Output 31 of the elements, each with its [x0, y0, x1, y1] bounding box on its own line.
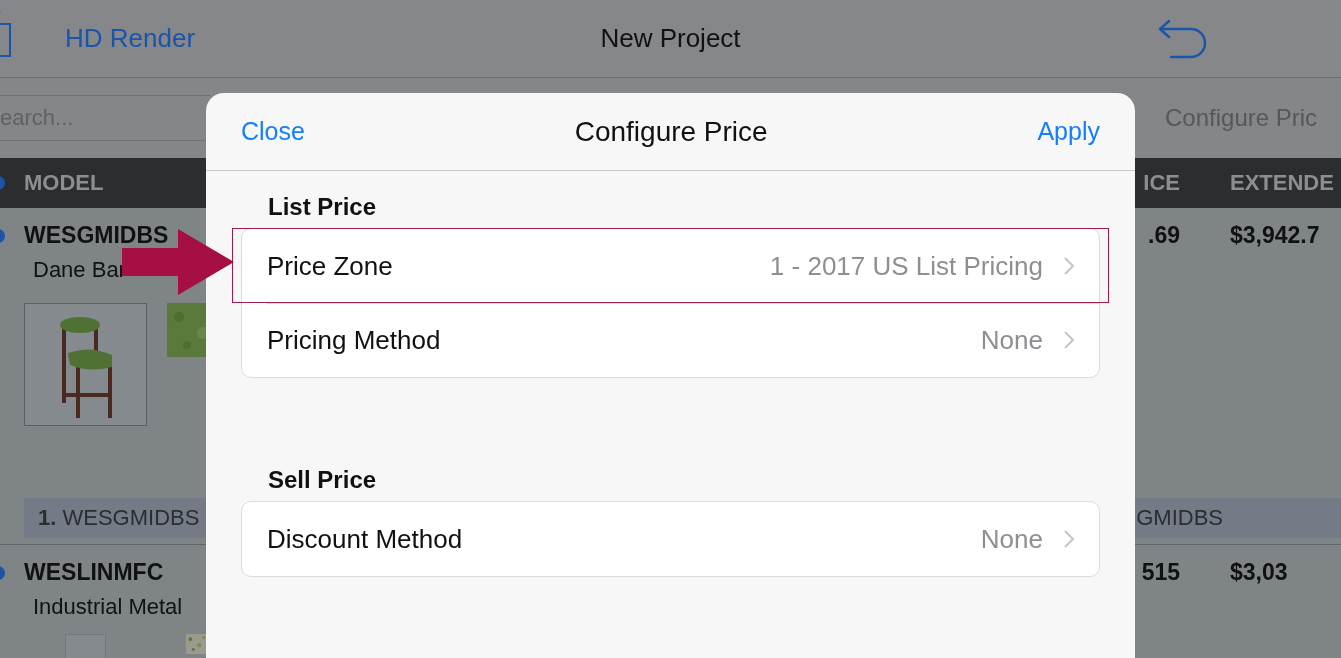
price-value: 515 [1141, 559, 1180, 586]
chevron-icon [1063, 529, 1075, 549]
chevron-icon [1063, 330, 1075, 350]
settings-row[interactable]: Price Zone 1 - 2017 US List Pricing [242, 229, 1099, 303]
row-value: 1 - 2017 US List Pricing [769, 250, 1043, 282]
chevron-icon [1063, 256, 1075, 276]
settings-row[interactable]: Discount Method None [242, 502, 1099, 576]
apply-button[interactable]: Apply [1037, 117, 1100, 146]
product-name: Dane Bar [33, 257, 126, 283]
column-header: EXTENDE [1230, 170, 1335, 196]
model-code: WESGMIDBS [24, 222, 169, 249]
row-value: None [980, 523, 1043, 555]
product-name: Industrial Metal [33, 594, 183, 620]
row-value: None [980, 324, 1043, 356]
row-label: Price Zone [267, 250, 393, 282]
group-label: 1. WESGMIDBS [38, 505, 200, 531]
column-header: ICE [1143, 170, 1180, 196]
row-label: Discount Method [267, 523, 463, 555]
row-label: Pricing Method [267, 324, 441, 356]
group-label: GMIDBS [1136, 505, 1223, 531]
section-header: List Price [267, 193, 378, 219]
settings-row[interactable]: Pricing Method None [242, 303, 1099, 377]
section-header: Sell Price [267, 466, 378, 492]
page-title: New Project [600, 23, 741, 53]
extended-value: $3,03 [1230, 559, 1289, 586]
model-code: WESLINMFC [24, 559, 164, 586]
column-header: MODEL [24, 170, 104, 196]
extended-value: $3,942.7 [1230, 222, 1321, 249]
price-value: .69 [1148, 222, 1180, 249]
close-button[interactable]: Close [241, 117, 305, 146]
dialog-title: Configure Price [574, 115, 768, 148]
